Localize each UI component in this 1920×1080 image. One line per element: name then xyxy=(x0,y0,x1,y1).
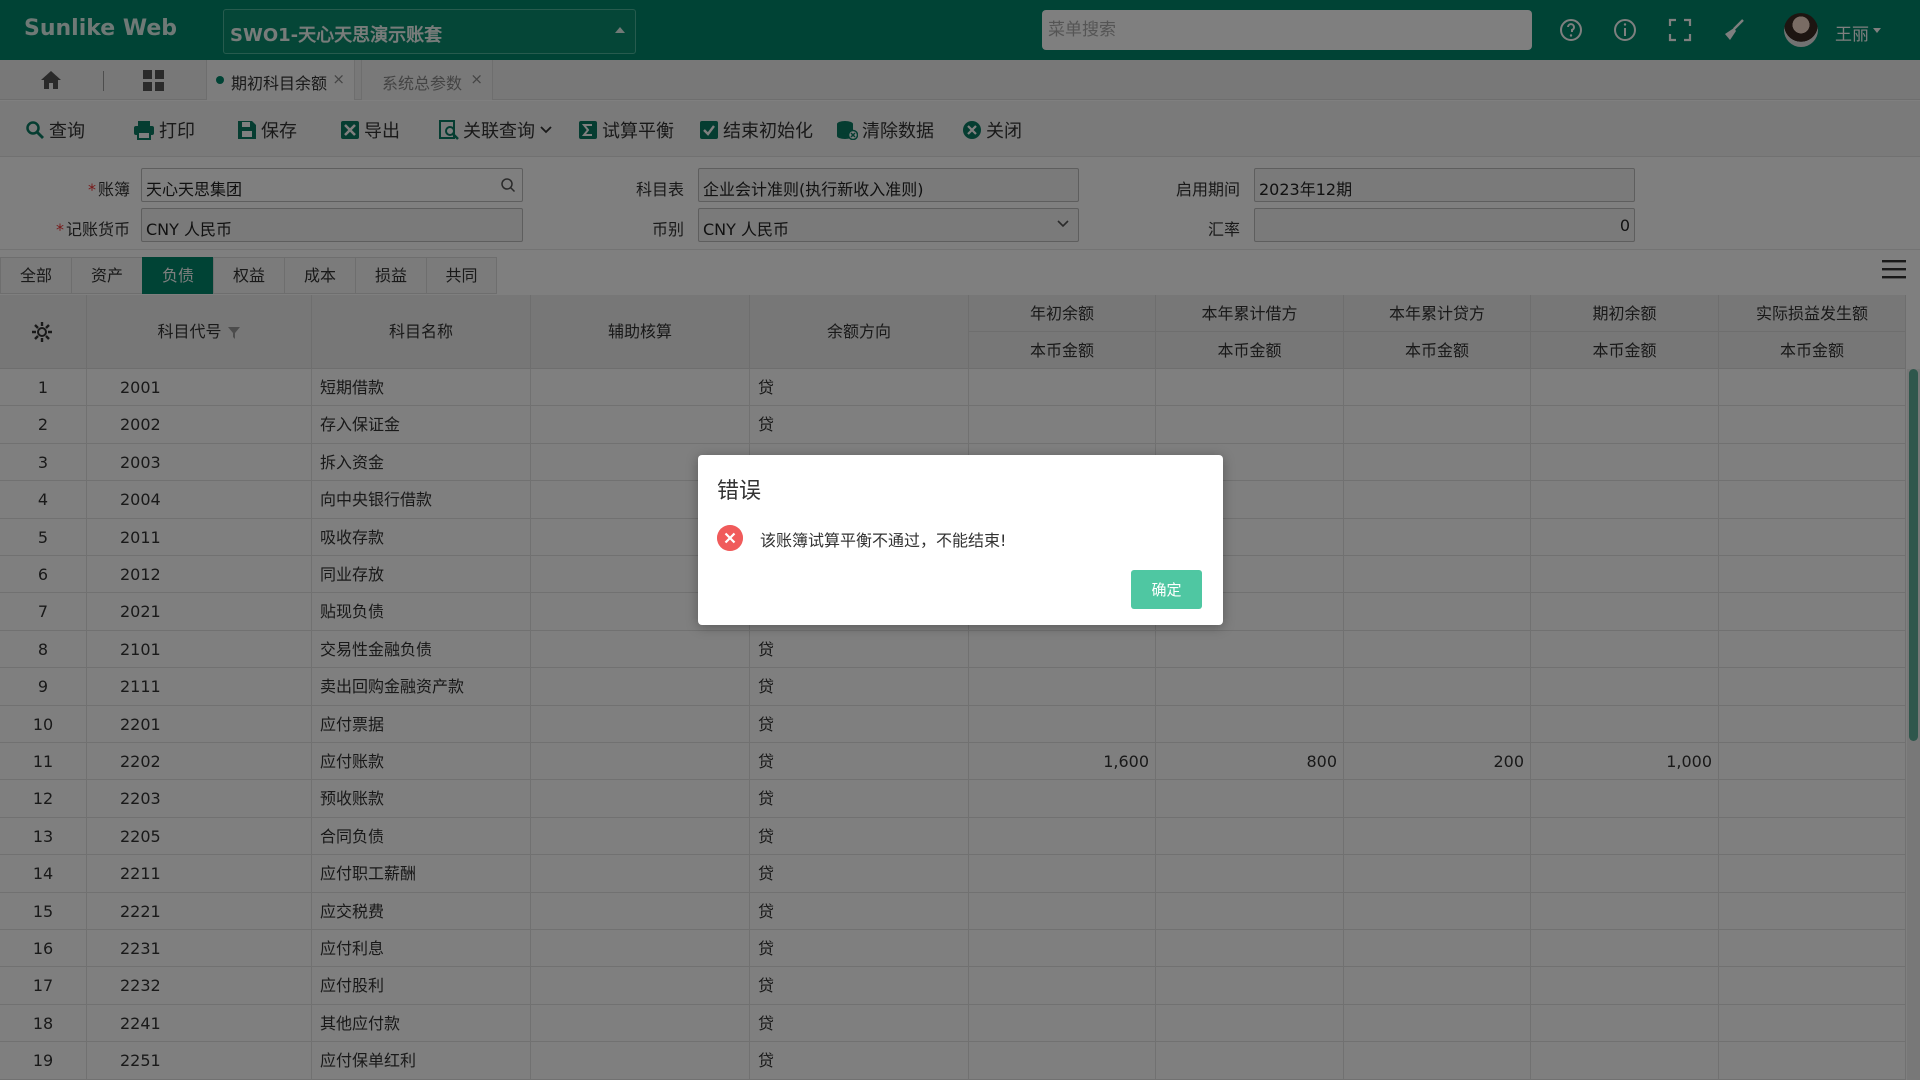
dialog-message: 该账簿试算平衡不通过，不能结束! xyxy=(760,531,1007,550)
error-icon xyxy=(717,525,743,551)
error-dialog: 错误 该账簿试算平衡不通过，不能结束! 确定 xyxy=(698,455,1223,625)
modal-overlay: 错误 该账簿试算平衡不通过，不能结束! 确定 xyxy=(0,0,1920,1080)
ok-button[interactable]: 确定 xyxy=(1131,570,1202,609)
dialog-title: 错误 xyxy=(717,479,762,504)
